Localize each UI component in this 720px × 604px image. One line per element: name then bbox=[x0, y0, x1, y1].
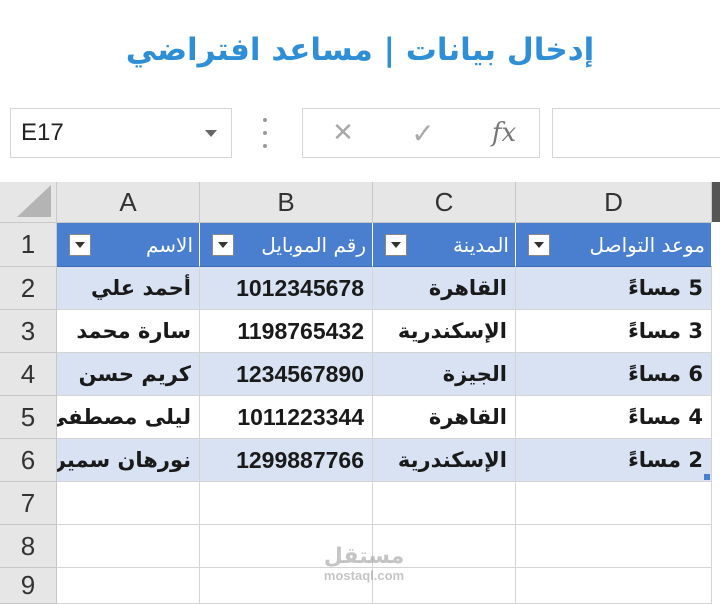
filter-dropdown-icon[interactable] bbox=[528, 233, 550, 256]
row-header-7[interactable]: 7 bbox=[0, 482, 57, 525]
row-header-6[interactable]: 6 bbox=[0, 439, 57, 482]
cell-d6[interactable]: 2 مساءً bbox=[516, 439, 712, 482]
empty-cell[interactable] bbox=[516, 568, 712, 604]
row-header-5[interactable]: 5 bbox=[0, 396, 57, 439]
cell-a3[interactable]: سارة محمد bbox=[57, 310, 200, 353]
column-header-b[interactable]: B bbox=[200, 182, 373, 223]
column-header-d[interactable]: D bbox=[516, 182, 712, 223]
cell-d2[interactable]: 5 مساءً bbox=[516, 267, 712, 310]
column-header-c[interactable]: C bbox=[373, 182, 516, 223]
watermark-arabic: مستقل bbox=[323, 544, 405, 569]
window-edge bbox=[712, 182, 720, 222]
table-resize-handle[interactable] bbox=[704, 474, 710, 480]
row-header-8[interactable]: 8 bbox=[0, 525, 57, 568]
empty-cell[interactable] bbox=[516, 525, 712, 568]
row-header-1[interactable]: 1 bbox=[0, 223, 57, 267]
cell-c2[interactable]: القاهرة bbox=[373, 267, 516, 310]
cell-a5[interactable]: ليلى مصطفى bbox=[57, 396, 200, 439]
table-header-time[interactable]: موعد التواصل bbox=[516, 223, 712, 267]
row-header-4[interactable]: 4 bbox=[0, 353, 57, 396]
formula-input[interactable] bbox=[552, 108, 720, 158]
empty-cell[interactable] bbox=[57, 482, 200, 525]
column-header-a[interactable]: A bbox=[57, 182, 200, 223]
select-all-corner[interactable] bbox=[0, 182, 57, 223]
filter-dropdown-icon[interactable] bbox=[69, 233, 91, 256]
cancel-icon[interactable]: ✕ bbox=[321, 109, 365, 157]
row-header-3[interactable]: 3 bbox=[0, 310, 57, 353]
enter-icon[interactable]: ✓ bbox=[401, 109, 445, 157]
formula-buttons: ✕ ✓ fx bbox=[302, 108, 540, 158]
cell-b6[interactable]: 1299887766 bbox=[200, 439, 373, 482]
filter-dropdown-icon[interactable] bbox=[212, 233, 234, 256]
empty-cell[interactable] bbox=[200, 482, 373, 525]
filter-dropdown-icon[interactable] bbox=[385, 233, 407, 256]
cell-b3[interactable]: 1198765432 bbox=[200, 310, 373, 353]
watermark-latin: mostaql.com bbox=[323, 568, 405, 583]
empty-cell[interactable] bbox=[57, 568, 200, 604]
cell-b5[interactable]: 1011223344 bbox=[200, 396, 373, 439]
empty-cell[interactable] bbox=[57, 525, 200, 568]
cell-c3[interactable]: الإسكندرية bbox=[373, 310, 516, 353]
table-header-mobile[interactable]: رقم الموبايل bbox=[200, 223, 373, 267]
cell-c4[interactable]: الجيزة bbox=[373, 353, 516, 396]
table-header-city[interactable]: المدينة bbox=[373, 223, 516, 267]
drag-handle-icon[interactable] bbox=[258, 118, 272, 148]
cell-d5[interactable]: 4 مساءً bbox=[516, 396, 712, 439]
watermark: مستقل mostaql.com bbox=[314, 545, 414, 583]
table-header-label: الاسم bbox=[145, 232, 193, 257]
cell-a6[interactable]: نورهان سمير bbox=[57, 439, 200, 482]
empty-cell[interactable] bbox=[516, 482, 712, 525]
table-header-label: رقم الموبايل bbox=[261, 232, 366, 257]
cell-d3[interactable]: 3 مساءً bbox=[516, 310, 712, 353]
cell-a4[interactable]: كريم حسن bbox=[57, 353, 200, 396]
cell-c5[interactable]: القاهرة bbox=[373, 396, 516, 439]
table-header-label: المدينة bbox=[452, 232, 509, 257]
chevron-down-icon[interactable] bbox=[205, 130, 217, 137]
cell-a2[interactable]: أحمد علي bbox=[57, 267, 200, 310]
table-header-name[interactable]: الاسم bbox=[57, 223, 200, 267]
worksheet-grid: A B C D 1 2 3 4 5 6 7 8 9 الاسم رقم المو… bbox=[0, 182, 720, 604]
cell-d4[interactable]: 6 مساءً bbox=[516, 353, 712, 396]
name-box[interactable]: E17 bbox=[10, 108, 232, 158]
page-title: إدخال بيانات | مساعد افتراضي bbox=[125, 32, 595, 68]
table-header-label: موعد التواصل bbox=[589, 232, 705, 257]
cell-c6[interactable]: الإسكندرية bbox=[373, 439, 516, 482]
empty-cell[interactable] bbox=[373, 482, 516, 525]
name-box-value: E17 bbox=[21, 119, 64, 146]
insert-function-icon[interactable]: fx bbox=[479, 109, 529, 157]
cell-b4[interactable]: 1234567890 bbox=[200, 353, 373, 396]
cell-b2[interactable]: 1012345678 bbox=[200, 267, 373, 310]
row-header-9[interactable]: 9 bbox=[0, 568, 57, 604]
row-header-2[interactable]: 2 bbox=[0, 267, 57, 310]
